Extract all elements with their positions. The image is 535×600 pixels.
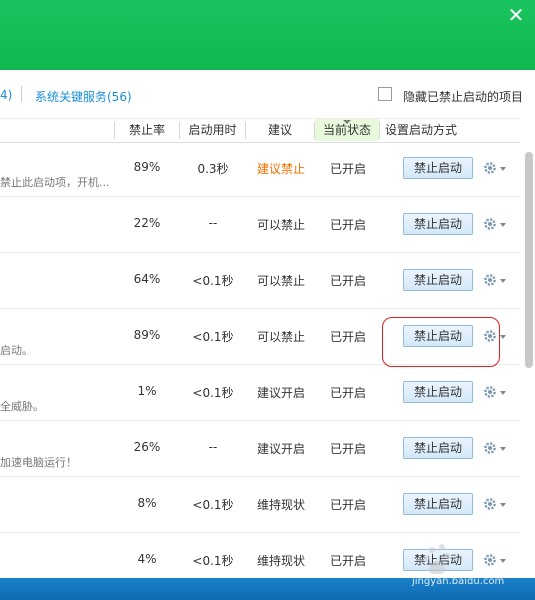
table-row: 全威胁。 1% <0.1秒 建议开启 已开启 禁止启动 xyxy=(0,365,520,421)
title-bar: ✕ xyxy=(0,0,535,70)
disable-rate: 26% xyxy=(133,440,161,454)
column-header: 禁止率 启动用时 建议 当前状态 设置启动方式 xyxy=(0,118,520,143)
disable-startup-button[interactable]: 禁止启动 xyxy=(403,437,473,459)
advice-text: 可以禁止 xyxy=(256,218,305,232)
gear-icon[interactable] xyxy=(483,161,497,175)
startup-time: 0.3秒 xyxy=(197,162,229,176)
advice-text: 建议开启 xyxy=(256,442,305,456)
gear-icon[interactable] xyxy=(483,497,497,511)
gear-icon[interactable] xyxy=(483,441,497,455)
advice-text: 可以禁止 xyxy=(256,330,305,344)
current-state: 已开启 xyxy=(329,554,366,568)
col-rate[interactable]: 禁止率 xyxy=(115,119,179,141)
current-state: 已开启 xyxy=(329,330,366,344)
col-time[interactable]: 启动用时 xyxy=(180,119,245,141)
disable-rate: 64% xyxy=(133,272,161,286)
current-state: 已开启 xyxy=(329,218,366,232)
advice-text: 维持现状 xyxy=(256,554,305,568)
advice-text: 可以禁止 xyxy=(256,274,305,288)
scrollbar-thumb[interactable] xyxy=(525,152,533,368)
startup-time: -- xyxy=(208,216,218,230)
current-state: 已开启 xyxy=(329,162,366,176)
disable-rate: 89% xyxy=(133,160,161,174)
disable-startup-button[interactable]: 禁止启动 xyxy=(403,269,473,291)
sort-arrow-icon xyxy=(343,120,351,124)
item-description: 启动。 xyxy=(0,344,33,357)
chevron-down-icon[interactable] xyxy=(500,335,506,339)
disable-startup-button[interactable]: 禁止启动 xyxy=(403,157,473,179)
current-state: 已开启 xyxy=(329,442,366,456)
watermark-url: jingyan.baidu.com xyxy=(412,576,505,587)
close-icon[interactable]: ✕ xyxy=(505,4,527,26)
table-row: 8% <0.1秒 维持现状 已开启 禁止启动 xyxy=(0,477,520,533)
startup-time: <0.1秒 xyxy=(192,330,234,344)
disable-startup-button[interactable]: 禁止启动 xyxy=(403,493,473,515)
chevron-down-icon[interactable] xyxy=(500,279,506,283)
disable-rate: 8% xyxy=(137,496,157,510)
col-method: 设置启动方式 xyxy=(385,123,458,137)
chevron-down-icon[interactable] xyxy=(500,391,506,395)
disable-rate: 89% xyxy=(133,328,161,342)
table-row: 启动。 89% <0.1秒 可以禁止 已开启 禁止启动 xyxy=(0,309,520,365)
table-row: 禁止此启动项，开机... 89% 0.3秒 建议禁止 已开启 禁止启动 xyxy=(0,141,520,197)
disable-rate: 1% xyxy=(137,384,157,398)
col-advice[interactable]: 建议 xyxy=(246,119,314,141)
startup-time: <0.1秒 xyxy=(192,386,234,400)
startup-time: <0.1秒 xyxy=(192,498,234,512)
table-row: 64% <0.1秒 可以禁止 已开启 禁止启动 xyxy=(0,253,520,309)
item-description: 全威胁。 xyxy=(0,400,44,413)
advice-text: 建议禁止 xyxy=(256,162,305,176)
chevron-down-icon[interactable] xyxy=(500,223,506,227)
item-description: 禁止此启动项，开机... xyxy=(0,176,110,189)
table-row: 加速电脑运行！ 26% -- 建议开启 已开启 禁止启动 xyxy=(0,421,520,477)
disable-startup-button[interactable]: 禁止启动 xyxy=(403,549,473,571)
advice-text: 建议开启 xyxy=(256,386,305,400)
current-state: 已开启 xyxy=(329,274,366,288)
tab-previous-partial[interactable]: 4) xyxy=(0,88,12,102)
gear-icon[interactable] xyxy=(483,217,497,231)
startup-item-list: 禁止此启动项，开机... 89% 0.3秒 建议禁止 已开启 禁止启动 22% … xyxy=(0,141,520,589)
chevron-down-icon[interactable] xyxy=(500,167,506,171)
chevron-down-icon[interactable] xyxy=(500,447,506,451)
current-state: 已开启 xyxy=(329,498,366,512)
disable-startup-button[interactable]: 禁止启动 xyxy=(403,325,473,347)
disable-startup-button[interactable]: 禁止启动 xyxy=(403,213,473,235)
disable-rate: 22% xyxy=(133,216,161,230)
chevron-down-icon[interactable] xyxy=(500,503,506,507)
table-row: 22% -- 可以禁止 已开启 禁止启动 xyxy=(0,197,520,253)
tab-system-services[interactable]: 系统关键服务(56) xyxy=(35,88,132,105)
startup-time: <0.1秒 xyxy=(192,274,234,288)
gear-icon[interactable] xyxy=(483,385,497,399)
startup-time: -- xyxy=(208,440,218,454)
hide-disabled-checkbox[interactable] xyxy=(378,87,392,101)
disable-rate: 4% xyxy=(137,552,157,566)
disable-startup-button[interactable]: 禁止启动 xyxy=(403,381,473,403)
current-state: 已开启 xyxy=(329,386,366,400)
gear-icon[interactable] xyxy=(483,329,497,343)
tab-divider xyxy=(21,86,22,102)
chevron-down-icon[interactable] xyxy=(500,559,506,563)
advice-text: 维持现状 xyxy=(256,498,305,512)
tab-strip: 4) 系统关键服务(56) 隐藏已禁止启动的项目 xyxy=(0,70,535,118)
gear-icon[interactable] xyxy=(483,553,497,567)
item-description: 加速电脑运行！ xyxy=(0,456,77,469)
hide-disabled-label[interactable]: 隐藏已禁止启动的项目 xyxy=(403,88,523,105)
gear-icon[interactable] xyxy=(483,273,497,287)
startup-time: <0.1秒 xyxy=(192,554,234,568)
